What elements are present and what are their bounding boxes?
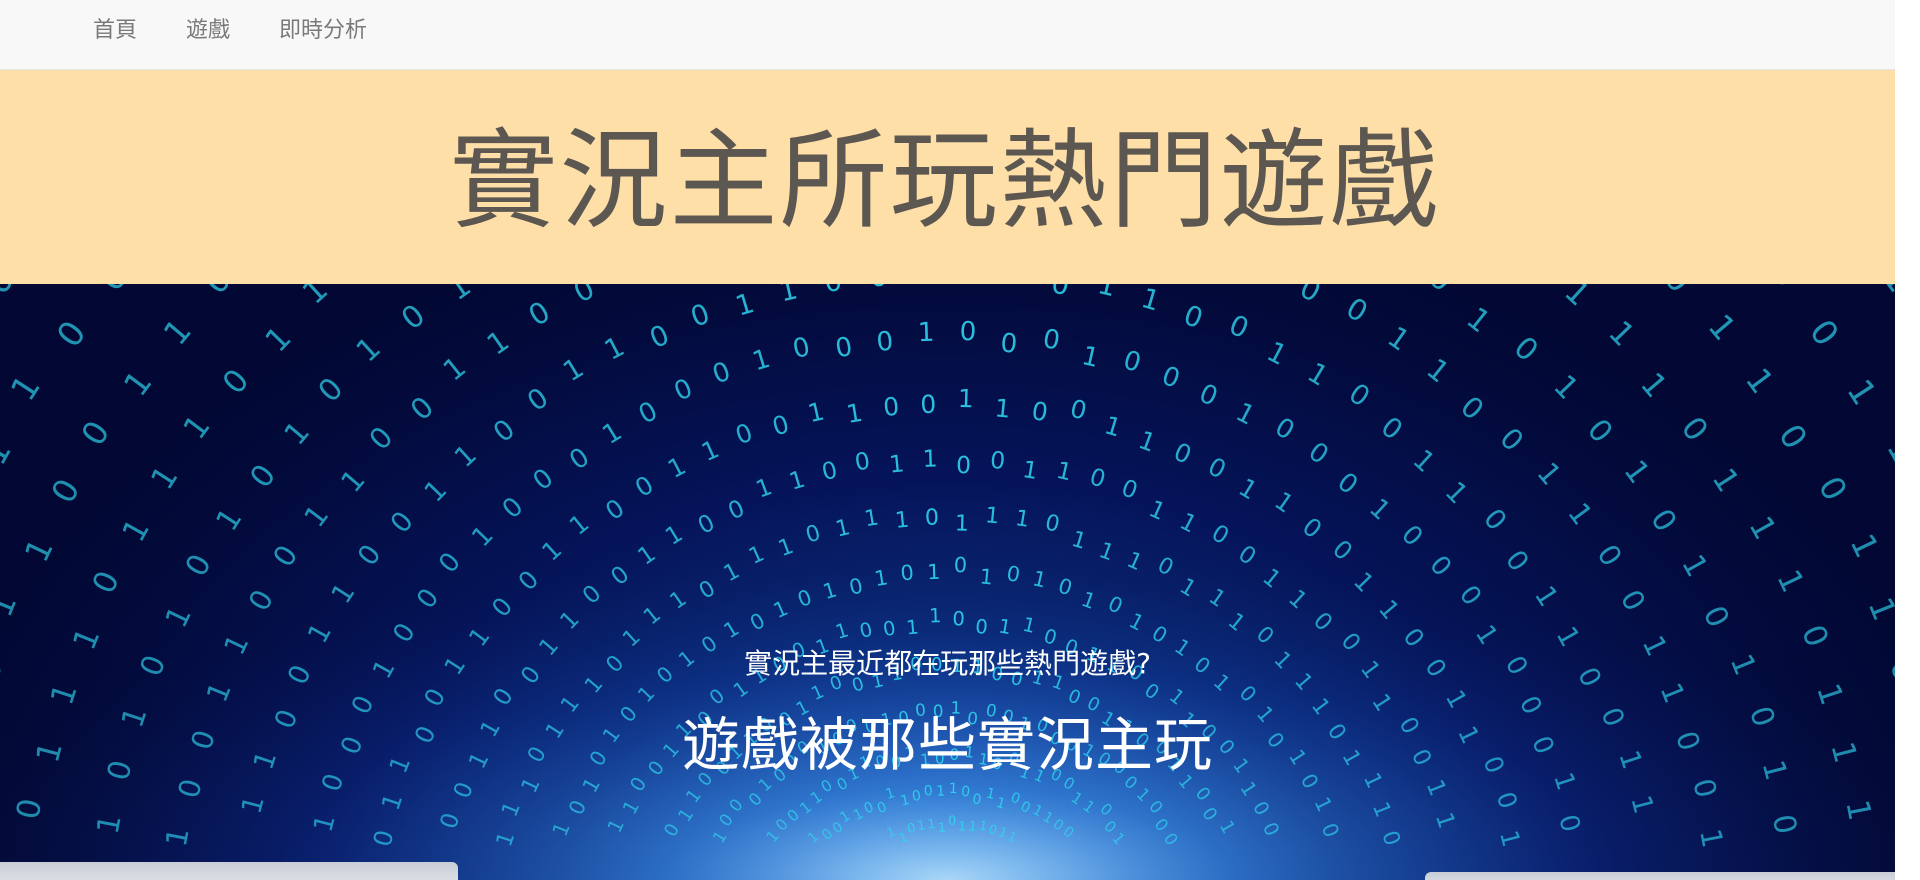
hero-section: 1100110011010101101101001011101100011010… bbox=[0, 284, 1895, 880]
binary-digit: 1 bbox=[993, 393, 1012, 423]
binary-digit: 1 bbox=[905, 615, 920, 639]
game-card-left-edge[interactable] bbox=[0, 862, 458, 880]
binary-digit: 1 bbox=[954, 510, 969, 536]
binary-digit: 0 bbox=[875, 327, 894, 358]
nav-link-games[interactable]: 遊戲 bbox=[186, 15, 230, 47]
binary-digit: 0 bbox=[948, 813, 957, 828]
binary-digit: 1 bbox=[979, 564, 994, 589]
binary-digit: 0 bbox=[882, 392, 901, 422]
binary-digit: 0 bbox=[923, 783, 933, 800]
binary-digit: 0 bbox=[953, 553, 967, 577]
title-banner: 實況主所玩熱門遊戲 bbox=[0, 70, 1895, 284]
hero-headline: 遊戲被那些實況主玩 bbox=[681, 711, 1213, 779]
game-card-right-edge[interactable] bbox=[1425, 872, 1895, 880]
binary-digit: 0 bbox=[989, 446, 1007, 475]
binary-digit: 1 bbox=[917, 318, 935, 349]
binary-digit: 1 bbox=[888, 449, 906, 478]
binary-digit: 0 bbox=[920, 390, 937, 419]
binary-digit: 1 bbox=[936, 783, 945, 799]
binary-digit: 1 bbox=[927, 560, 941, 584]
binary-digit: 0 bbox=[974, 615, 989, 639]
binary-digit: 1 bbox=[948, 781, 957, 797]
binary-tunnel-background: 1100110011010101101101001011101100011010… bbox=[0, 284, 1895, 880]
binary-digit: 0 bbox=[952, 607, 965, 630]
binary-digit: 1 bbox=[957, 384, 974, 413]
page-title: 實況主所玩熱門遊戲 bbox=[449, 119, 1440, 244]
top-navbar: 首頁 遊戲 即時分析 bbox=[0, 0, 1895, 70]
binary-digit: 0 bbox=[960, 784, 970, 801]
binary-digit: 1 bbox=[957, 818, 966, 834]
binary-digit: 0 bbox=[868, 284, 889, 294]
binary-digit: 1 bbox=[894, 507, 910, 534]
page: 首頁 遊戲 即時分析 實況主所玩熱門遊戲 1100110011010101101… bbox=[0, 0, 1895, 880]
nav-link-home[interactable]: 首頁 bbox=[93, 15, 137, 47]
binary-digit: 0 bbox=[999, 328, 1018, 359]
binary-digit: 1 bbox=[929, 604, 942, 627]
hero-subtitle: 實況主最近都在玩那些熱門遊戲? bbox=[744, 647, 1151, 680]
binary-digit: 1 bbox=[922, 444, 938, 472]
binary-digit: 0 bbox=[959, 317, 977, 348]
binary-digit: 1 bbox=[984, 502, 1000, 529]
binary-digit: 1 bbox=[938, 820, 947, 835]
binary-digit: 0 bbox=[899, 560, 914, 585]
binary-digit: 0 bbox=[956, 451, 972, 479]
nav-link-live-analysis[interactable]: 即時分析 bbox=[279, 15, 367, 47]
binary-digit: 0 bbox=[925, 504, 940, 530]
binary-digit: 1 bbox=[927, 816, 936, 832]
